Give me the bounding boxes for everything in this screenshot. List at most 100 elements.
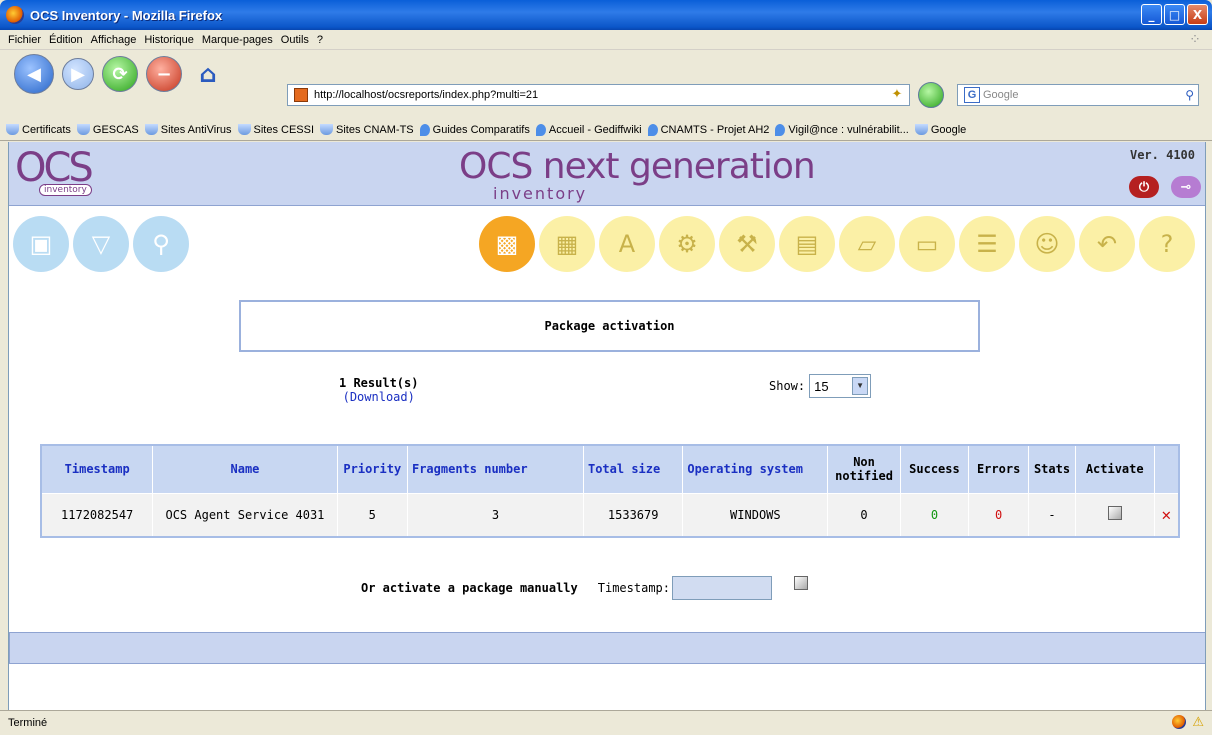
- stop-button[interactable]: −: [146, 56, 182, 92]
- col-total-size[interactable]: Total size: [582, 444, 684, 494]
- menu-edition[interactable]: Édition: [49, 34, 83, 46]
- url-bar[interactable]: http://localhost/ocsreports/index.php?mu…: [287, 84, 910, 106]
- footer-band: [9, 632, 1205, 664]
- cell-errors[interactable]: 0: [968, 492, 1030, 538]
- back-button[interactable]: ◀: [14, 54, 54, 94]
- filter-icon[interactable]: ▽: [73, 216, 129, 272]
- document-icon[interactable]: ▱: [839, 216, 895, 272]
- bookmarks-toolbar: Certificats GESCAS Sites AntiVirus Sites…: [0, 119, 1212, 141]
- bookmark-label: CNAMTS - Projet AH2: [660, 123, 770, 136]
- registry-icon[interactable]: ▤: [779, 216, 835, 272]
- show-selector: Show: 15 ▼: [769, 374, 872, 398]
- pin-icon: [535, 123, 546, 136]
- bookmark-label: Google: [930, 123, 967, 136]
- help-icon[interactable]: ?: [1139, 216, 1195, 272]
- delete-icon[interactable]: ✕: [1161, 505, 1171, 524]
- pin-icon: [647, 123, 658, 136]
- bookmark-gediffwiki[interactable]: Accueil - Gediffwiki: [535, 123, 642, 136]
- col-os[interactable]: Operating system: [682, 444, 829, 494]
- menu-aide[interactable]: ?: [317, 34, 323, 46]
- pin-icon: [419, 123, 430, 136]
- bookmark-star-icon[interactable]: ✦: [889, 87, 905, 103]
- go-button[interactable]: [918, 82, 944, 108]
- ocs-banner: OCS next generation inventory: [459, 146, 816, 203]
- table-row: 1172082547 OCS Agent Service 4031 5 3 15…: [40, 492, 1180, 538]
- activate-manual-icon[interactable]: [794, 576, 808, 590]
- bookmark-google[interactable]: Google: [914, 123, 967, 136]
- banner-title: OCS next generation: [459, 146, 816, 187]
- firefox-status-icon: [1172, 715, 1186, 729]
- menu-outils[interactable]: Outils: [281, 34, 309, 46]
- window-title: OCS Inventory - Mozilla Firefox: [30, 7, 223, 23]
- col-fragments[interactable]: Fragments number: [406, 444, 584, 494]
- restore-icon[interactable]: ↶: [1079, 216, 1135, 272]
- face-icon[interactable]: ☺: [1019, 216, 1075, 272]
- col-stats: Stats: [1028, 444, 1076, 494]
- table-header-row: Timestamp Name Priority Fragments number…: [40, 444, 1180, 494]
- col-name[interactable]: Name: [152, 444, 338, 494]
- logout-power-icon[interactable]: ⏻: [1129, 176, 1159, 198]
- close-window-button[interactable]: X: [1187, 4, 1208, 25]
- wrench-icon[interactable]: ⚒: [719, 216, 775, 272]
- search-icon[interactable]: ⚲: [1185, 88, 1194, 102]
- google-icon: [914, 124, 928, 135]
- bookmark-projet-ah2[interactable]: CNAMTS - Projet AH2: [647, 123, 770, 136]
- bookmark-label: Accueil - Gediffwiki: [548, 123, 642, 136]
- col-activate: Activate: [1074, 444, 1155, 494]
- chevron-down-icon[interactable]: ▼: [852, 377, 869, 395]
- results-count: 1 Result(s): [339, 376, 419, 390]
- minimize-button[interactable]: _: [1141, 4, 1162, 25]
- computers-icon[interactable]: ▣: [13, 216, 69, 272]
- cell-success[interactable]: 0: [899, 492, 970, 538]
- bookmark-sites-cessi[interactable]: Sites CESSI: [237, 123, 315, 136]
- bookmark-certificats[interactable]: Certificats: [6, 124, 71, 136]
- menu-fichier[interactable]: Fichier: [8, 34, 41, 46]
- card-icon[interactable]: ▭: [899, 216, 955, 272]
- home-icon[interactable]: ⌂: [190, 56, 226, 92]
- forward-button[interactable]: ▶: [62, 58, 94, 90]
- cell-stats: -: [1028, 492, 1076, 538]
- favicon-icon: [294, 88, 308, 102]
- search-bar[interactable]: G Google ⚲: [957, 84, 1199, 106]
- col-non-notified: Non notified: [827, 444, 901, 494]
- cell-priority: 5: [336, 492, 408, 538]
- bookmark-sites-cnam-ts[interactable]: Sites CNAM-TS: [320, 124, 414, 136]
- col-priority[interactable]: Priority: [336, 444, 408, 494]
- bookmark-label: Vigil@nce : vulnérabilit...: [788, 123, 909, 136]
- results-summary: 1 Result(s) (Download): [339, 376, 418, 404]
- maximize-button[interactable]: □: [1164, 4, 1185, 25]
- search-placeholder: Google: [983, 89, 1019, 101]
- window-titlebar: OCS Inventory - Mozilla Firefox _ □ X: [0, 0, 1212, 30]
- gears-icon[interactable]: ⚙: [659, 216, 715, 272]
- menu-marque-pages[interactable]: Marque-pages: [202, 34, 273, 46]
- timestamp-input[interactable]: [672, 576, 772, 600]
- menu-affichage[interactable]: Affichage: [91, 34, 137, 46]
- status-text: Terminé: [8, 717, 48, 729]
- menu-historique[interactable]: Historique: [144, 34, 194, 46]
- bookmark-vigilance[interactable]: Vigil@nce : vulnérabilit...: [775, 123, 909, 136]
- activate-package-icon[interactable]: [1107, 506, 1122, 521]
- warning-icon[interactable]: ⚠: [1192, 715, 1204, 730]
- bookmark-sites-antivirus[interactable]: Sites AntiVirus: [144, 124, 232, 136]
- download-link[interactable]: (Download): [339, 390, 418, 404]
- show-select[interactable]: 15 ▼: [809, 374, 872, 398]
- key-icon[interactable]: ⊸: [1171, 176, 1201, 198]
- reload-button[interactable]: ⟳: [102, 56, 138, 92]
- firewall-icon[interactable]: ▦: [539, 216, 595, 272]
- bookmark-gescas[interactable]: GESCAS: [76, 123, 139, 136]
- bookmark-label: GESCAS: [92, 123, 139, 136]
- bookmark-label: Guides Comparatifs: [432, 123, 530, 136]
- package-deploy-icon[interactable]: ▩: [479, 216, 535, 272]
- bookmark-guides-comparatifs[interactable]: Guides Comparatifs: [419, 123, 530, 136]
- ocs-header: OCS inventory OCS next generation invent…: [9, 142, 1205, 206]
- cell-delete: ✕: [1153, 492, 1180, 538]
- col-success: Success: [899, 444, 970, 494]
- list-icon[interactable]: ☰: [959, 216, 1015, 272]
- manual-label: Or activate a package manually: [361, 581, 578, 595]
- ocs-menu-icons: ▣ ▽ ⚲ ▩ ▦ A ⚙ ⚒ ▤ ▱ ▭ ☰ ☺ ↶ ?: [9, 210, 1205, 276]
- col-timestamp[interactable]: Timestamp: [40, 444, 154, 494]
- ocs-logo[interactable]: OCS inventory: [15, 146, 145, 202]
- dictionary-icon[interactable]: A: [599, 216, 655, 272]
- magnifier-icon[interactable]: ⚲: [133, 216, 189, 272]
- bookmark-label: Sites CESSI: [253, 123, 315, 136]
